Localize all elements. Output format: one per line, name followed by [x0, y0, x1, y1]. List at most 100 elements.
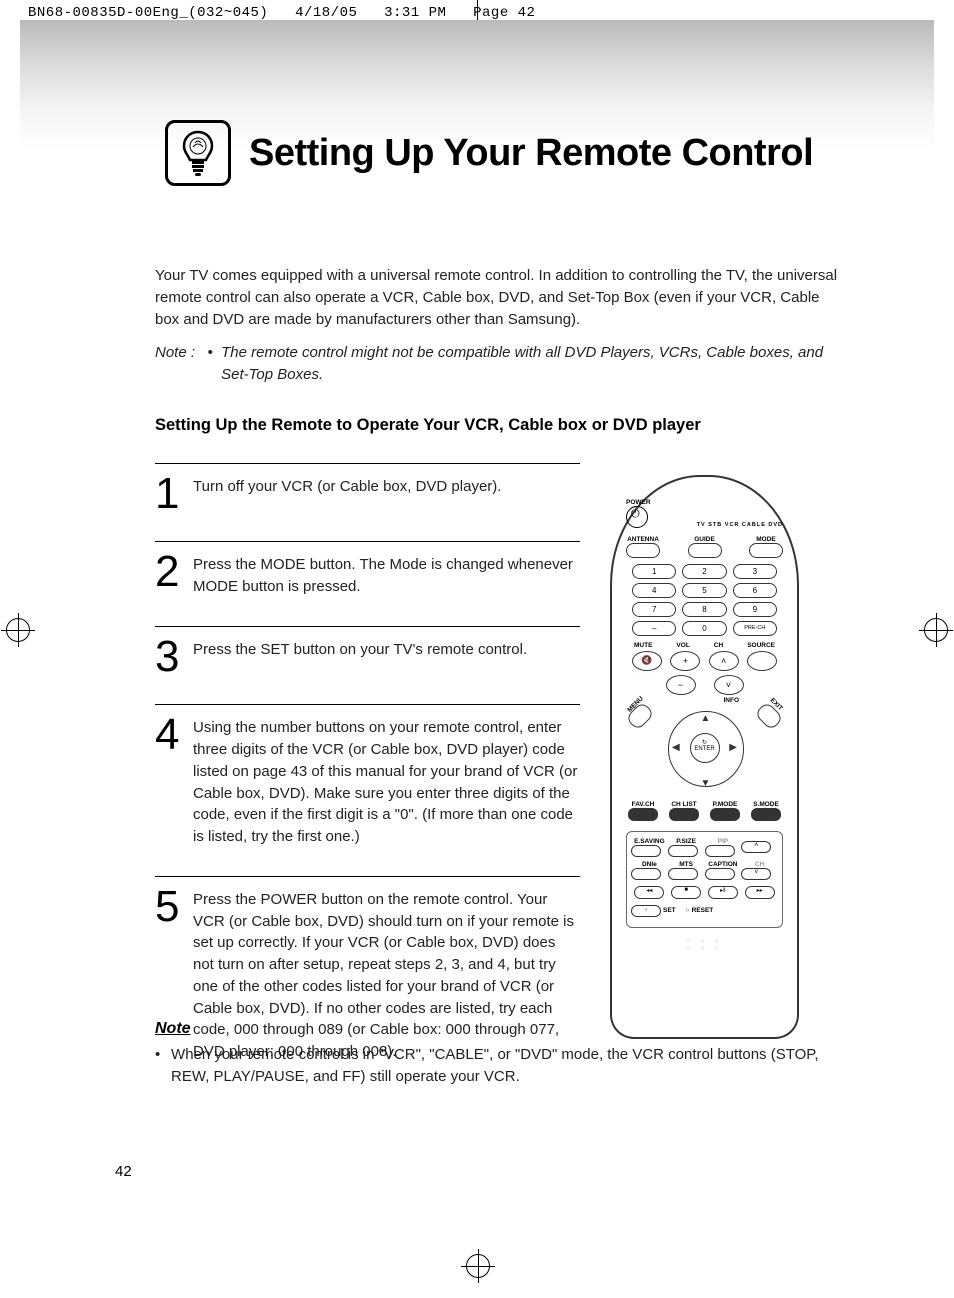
- note-heading: Note: [155, 1020, 839, 1038]
- compatibility-note: Note : • The remote control might not be…: [155, 342, 839, 386]
- vol-down-button: −: [666, 675, 696, 695]
- pip-ch-down: ˅: [741, 868, 771, 880]
- down-arrow-icon: ▼: [701, 778, 711, 789]
- chlist-label: CH LIST: [669, 801, 699, 808]
- intro-paragraph: Your TV comes equipped with a universal …: [155, 265, 839, 330]
- doc-id: BN68-00835D-00Eng_(032~045): [28, 5, 268, 21]
- num-button: 7: [632, 602, 676, 617]
- info-label: INFO: [723, 697, 739, 704]
- pip-ch-label: CH: [741, 861, 778, 868]
- step-number: 4: [155, 715, 183, 848]
- pmode-label: P.MODE: [710, 801, 740, 808]
- smode-label: S.MODE: [751, 801, 781, 808]
- num-button: 3: [733, 564, 777, 579]
- title-row: Setting Up Your Remote Control: [165, 120, 813, 186]
- print-meta: BN68-00835D-00Eng_(032~045) 4/18/05 3:31…: [28, 5, 535, 21]
- note-text: The remote control might not be compatib…: [221, 342, 839, 386]
- meta-date: 4/18/05: [295, 5, 357, 21]
- num-button: 2: [682, 564, 726, 579]
- pip-button: [705, 845, 735, 857]
- step-number: 3: [155, 637, 183, 677]
- step-text: Press the MODE button. The Mode is chang…: [193, 552, 580, 598]
- psize-button: [668, 845, 698, 857]
- dash-button: –: [632, 621, 676, 636]
- num-button: 9: [733, 602, 777, 617]
- meta-time: 3:31 PM: [384, 5, 446, 21]
- num-button: 5: [682, 583, 726, 598]
- remote-control-diagram: POWER TV STB VCR CABLE DVD ANTENNA GUIDE…: [610, 475, 799, 1039]
- enter-button: ↻ENTER: [690, 733, 720, 763]
- favch-label: FAV.CH: [628, 801, 658, 808]
- registration-mark: [466, 1254, 490, 1278]
- ch-label: CH: [714, 642, 723, 649]
- set-button: ○: [631, 905, 661, 917]
- registration-mark: [924, 618, 948, 642]
- reset-label: RESET: [692, 907, 714, 914]
- caption-label: CAPTION: [705, 861, 742, 868]
- antenna-button: [626, 543, 660, 558]
- source-button: [747, 651, 777, 671]
- meta-page: Page 42: [473, 5, 535, 21]
- enter-label: ENTER: [694, 746, 714, 752]
- bullet-icon: •: [155, 1044, 171, 1088]
- num-button: 1: [632, 564, 676, 579]
- section-subheading: Setting Up the Remote to Operate Your VC…: [155, 416, 839, 435]
- right-arrow-icon: ▶: [729, 742, 737, 753]
- guide-label: GUIDE: [688, 536, 722, 543]
- esaving-button: [631, 845, 661, 857]
- ch-down-button: ˅: [714, 675, 744, 695]
- lightbulb-icon: [165, 120, 231, 186]
- decorative-dots: ○ ○ ○○ ○ ○: [626, 938, 783, 952]
- page-number: 42: [115, 1163, 132, 1180]
- num-button: 8: [682, 602, 726, 617]
- dnie-label: DNIe: [631, 861, 668, 868]
- step-2: 2 Press the MODE button. The Mode is cha…: [155, 541, 580, 626]
- caption-button: [705, 868, 735, 880]
- play-pause-button: ▸‖: [708, 886, 738, 899]
- mode-strip: TV STB VCR CABLE DVD: [697, 522, 783, 528]
- content-area: Your TV comes equipped with a universal …: [155, 265, 839, 1091]
- step-3: 3 Press the SET button on your TV's remo…: [155, 626, 580, 705]
- step-text: Turn off your VCR (or Cable box, DVD pla…: [193, 474, 501, 514]
- step-text: Using the number buttons on your remote …: [193, 715, 580, 848]
- mts-label: MTS: [668, 861, 705, 868]
- vol-label: VOL: [676, 642, 689, 649]
- antenna-label: ANTENNA: [626, 536, 660, 543]
- step-text: Press the SET button on your TV's remote…: [193, 637, 527, 677]
- smode-button: [751, 808, 781, 821]
- stop-button: ■: [671, 886, 701, 899]
- steps-list: 1 Turn off your VCR (or Cable box, DVD p…: [155, 463, 580, 1091]
- manual-page: BN68-00835D-00Eng_(032~045) 4/18/05 3:31…: [0, 0, 954, 1298]
- page-title: Setting Up Your Remote Control: [249, 132, 813, 175]
- ff-button: ▸▸: [745, 886, 775, 899]
- footer-note: Note • When your remote control is in "V…: [155, 1020, 839, 1088]
- prech-button: PRE-CH: [733, 621, 777, 636]
- mute-label: MUTE: [634, 642, 652, 649]
- num-button: 4: [632, 583, 676, 598]
- left-arrow-icon: ◀: [672, 742, 680, 753]
- registration-mark: [6, 618, 30, 642]
- num-button: 6: [733, 583, 777, 598]
- dpad: MENU EXIT INFO ↻ENTER ▲ ▼ ◀ ▶: [626, 703, 783, 793]
- step-number: 1: [155, 474, 183, 514]
- note-prefix: Note : •: [155, 342, 221, 386]
- power-button-icon: [626, 506, 648, 528]
- power-label: POWER: [626, 499, 651, 506]
- step-1: 1 Turn off your VCR (or Cable box, DVD p…: [155, 463, 580, 542]
- source-label: SOURCE: [747, 642, 775, 649]
- pmode-button: [710, 808, 740, 821]
- guide-button: [688, 543, 722, 558]
- pip-ch-up: ˄: [741, 841, 771, 853]
- num-button: 0: [682, 621, 726, 636]
- dnie-button: [631, 868, 661, 880]
- mute-button: 🔇: [632, 651, 662, 671]
- psize-label: P.SIZE: [668, 838, 705, 845]
- ch-up-button: ˄: [709, 651, 739, 671]
- pip-label: PIP: [705, 838, 742, 845]
- footer-note-text: When your remote control is in "VCR", "C…: [171, 1044, 839, 1088]
- esaving-label: E.SAVING: [631, 838, 668, 845]
- step-4: 4 Using the number buttons on your remot…: [155, 704, 580, 876]
- step-number: 2: [155, 552, 183, 598]
- mode-label: MODE: [749, 536, 783, 543]
- mode-button: [749, 543, 783, 558]
